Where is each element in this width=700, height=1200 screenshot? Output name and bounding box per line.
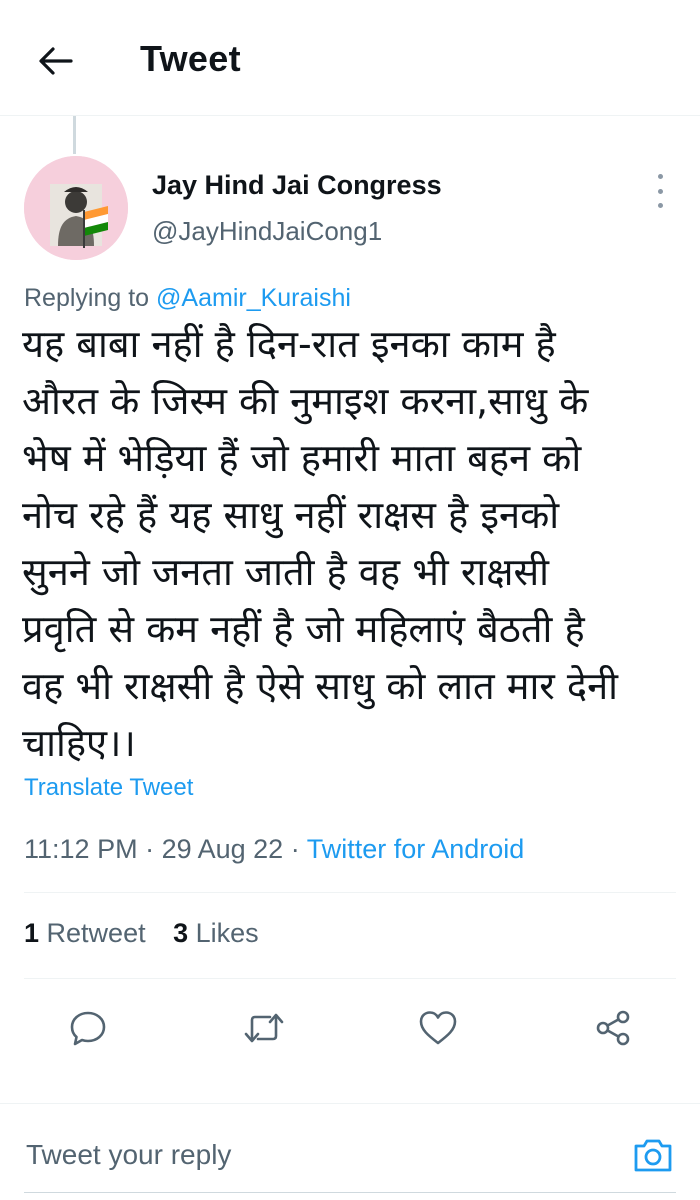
page-title: Tweet	[140, 38, 241, 79]
retweets-stat[interactable]: 1 Retweet	[24, 918, 146, 948]
share-button[interactable]	[585, 1000, 641, 1056]
camera-icon	[634, 1139, 672, 1172]
retweet-icon	[244, 1013, 284, 1043]
replying-to-prefix: Replying to	[24, 284, 157, 312]
tweet-meta: 11:12 PM · 29 Aug 22 · Twitter for Andro…	[24, 834, 524, 865]
replying-to: Replying to @Aamir_Kuraishi	[24, 284, 351, 313]
tweet-text-line: नोच रहे हैं यह साधु नहीं राक्षस है इनको	[22, 493, 560, 537]
translate-tweet-link[interactable]: Translate Tweet	[24, 774, 193, 802]
tweet-detail-page: Tweet Jay Hind Jai Congress @JayHindJaiC…	[0, 0, 700, 1200]
tweet-time[interactable]: 11:12 PM	[24, 834, 138, 864]
share-icon	[596, 1010, 630, 1046]
camera-button[interactable]	[630, 1134, 676, 1176]
retweets-label: Retweet	[39, 918, 146, 948]
tweet-text-line: भेष में भेड़िया हैं जो हमारी माता बहन को	[22, 436, 582, 480]
tweet-source-link[interactable]: Twitter for Android	[307, 834, 525, 864]
more-vertical-icon	[657, 174, 663, 179]
tweet-text-line: सुनने जो जनता जाती है वह भी राक्षसी	[22, 550, 549, 594]
top-bar: Tweet	[0, 0, 700, 116]
back-button[interactable]	[30, 38, 80, 84]
tweet-stats: 1 Retweet 3 Likes	[24, 918, 279, 949]
reply-bubble-icon	[70, 1011, 106, 1046]
replying-to-mention[interactable]: @Aamir_Kuraishi	[156, 284, 351, 312]
more-options-button[interactable]	[646, 174, 674, 208]
tweet-actions	[0, 1000, 700, 1056]
reply-button[interactable]	[60, 1000, 116, 1056]
author-name[interactable]: Jay Hind Jai Congress	[152, 170, 442, 201]
divider	[24, 892, 676, 893]
meta-separator: ·	[137, 834, 162, 864]
retweet-button[interactable]	[236, 1000, 292, 1056]
tweet-text-line: प्रवृति से कम नहीं है जो महिलाएं बैठती ह…	[22, 607, 585, 651]
divider	[24, 978, 676, 979]
likes-label: Likes	[188, 918, 259, 948]
arrow-left-icon	[39, 47, 73, 75]
meta-separator: ·	[283, 834, 307, 864]
tweet-text: यह बाबा नहीं है दिन-रात इनका काम है औरत …	[22, 316, 682, 772]
profile-avatar	[24, 156, 128, 260]
more-vertical-icon	[657, 188, 663, 194]
tweet-date[interactable]: 29 Aug 22	[162, 834, 284, 864]
avatar[interactable]	[24, 156, 128, 260]
like-button[interactable]	[410, 1000, 466, 1056]
retweets-count: 1	[24, 918, 40, 948]
thread-connector-line	[73, 116, 76, 154]
tweet-text-line: वह भी राक्षसी है ऐसे साधु को लात मार देन…	[22, 664, 619, 708]
likes-count: 3	[173, 918, 189, 948]
reply-input-underline	[24, 1192, 676, 1193]
author-handle[interactable]: @JayHindJaiCong1	[152, 216, 382, 247]
tweet-text-line: चाहिए।।	[22, 721, 136, 765]
heart-icon	[419, 1011, 457, 1045]
likes-stat[interactable]: 3 Likes	[173, 918, 259, 948]
tweet-text-line: औरत के जिस्म की नुमाइश करना,साधु के	[22, 379, 589, 423]
reply-input[interactable]	[24, 1134, 588, 1176]
more-vertical-icon	[657, 203, 663, 208]
reply-composer	[0, 1103, 700, 1200]
tweet-text-line: यह बाबा नहीं है दिन-रात इनका काम है	[22, 322, 556, 366]
